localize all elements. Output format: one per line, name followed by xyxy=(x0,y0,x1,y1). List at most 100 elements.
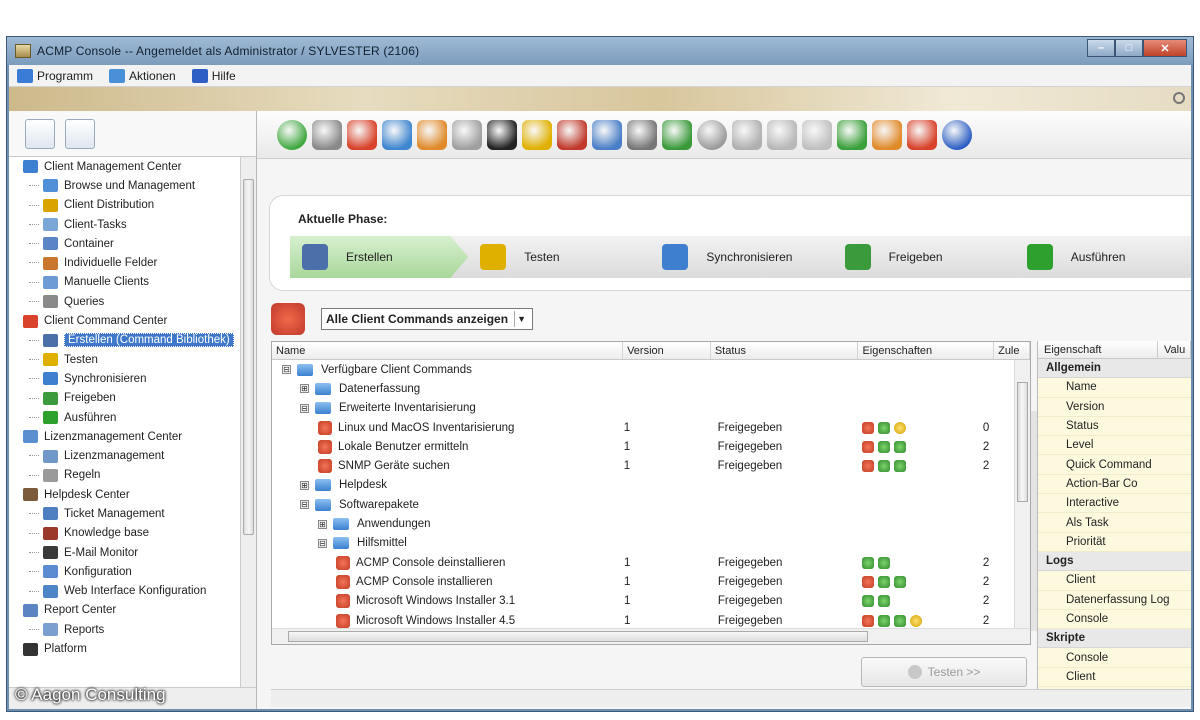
phase-synchronisieren[interactable]: Synchronisieren xyxy=(650,236,832,278)
tree-item[interactable]: Browse und Management xyxy=(9,176,241,195)
property-row[interactable]: Action-Bar Co xyxy=(1038,475,1191,495)
tree-item[interactable]: Knowledge base xyxy=(9,524,241,543)
table-row[interactable]: ⊞ Helpdesk xyxy=(272,476,1014,495)
tree-item[interactable]: Web Interface Konfiguration xyxy=(9,582,241,601)
property-row[interactable]: Datenerfassung Log xyxy=(1038,591,1191,610)
table-row[interactable]: SNMP Geräte suchen 1 Freigegeben 2 xyxy=(272,456,1014,475)
windows-icon[interactable] xyxy=(417,119,447,150)
comment-icon[interactable] xyxy=(627,119,657,150)
table-row[interactable]: Lokale Benutzer ermitteln 1 Freigegeben 2 xyxy=(272,437,1014,456)
puzzle-orange-icon[interactable] xyxy=(872,119,902,150)
expand-toggle-icon[interactable]: ⊞ xyxy=(300,480,309,490)
record-icon[interactable] xyxy=(697,119,727,150)
tree-view-alt-tab-icon[interactable] xyxy=(65,118,95,149)
property-row[interactable]: Priorität xyxy=(1038,533,1191,552)
phase-testen[interactable]: Testen xyxy=(468,236,650,278)
close-button[interactable]: ✕ xyxy=(1143,39,1187,57)
box-icon[interactable] xyxy=(662,119,692,150)
tree-item[interactable]: Testen xyxy=(9,350,241,369)
puzzle-edit-gray-icon[interactable] xyxy=(767,119,797,150)
settings-icon[interactable] xyxy=(1173,92,1185,104)
tree-item[interactable]: Queries xyxy=(9,292,241,311)
table-vertical-scrollbar[interactable] xyxy=(1014,360,1030,628)
table-row[interactable]: ⊟ Hilfsmittel xyxy=(272,534,1014,553)
tree-item[interactable]: Freigeben xyxy=(9,389,241,408)
puzzle-red-icon[interactable] xyxy=(907,119,937,150)
tree-item[interactable]: Client Distribution xyxy=(9,196,241,215)
property-row[interactable]: Status xyxy=(1038,417,1191,437)
tree-item[interactable]: Client-Tasks xyxy=(9,215,241,234)
property-row[interactable]: Client xyxy=(1038,668,1191,688)
table-row[interactable]: ACMP Console installieren 1 Freigegeben 2 xyxy=(272,572,1014,591)
tree-item[interactable]: Erstellen (Command Bibliothek) xyxy=(9,331,241,350)
menu-item-hilfe[interactable]: Hilfe xyxy=(191,68,236,83)
test-next-button[interactable]: Testen >> xyxy=(861,657,1027,687)
tree-item[interactable]: Konfiguration xyxy=(9,562,241,581)
tree-view-tab-icon[interactable] xyxy=(25,118,55,149)
phase-ausführen[interactable]: Ausführen xyxy=(1015,236,1191,278)
tree-item[interactable]: Individuelle Felder xyxy=(9,253,241,272)
table-row[interactable]: ⊟ Softwarepakete xyxy=(272,495,1014,514)
tree-item[interactable]: Manuelle Clients xyxy=(9,273,241,292)
table-horizontal-scrollbar[interactable] xyxy=(272,628,1030,644)
tree-item[interactable]: Synchronisieren xyxy=(9,369,241,388)
puzzle-settings-gray-icon[interactable] xyxy=(802,119,832,150)
property-row[interactable]: Interactive xyxy=(1038,494,1191,514)
chevron-down-icon[interactable]: ▼ xyxy=(514,311,528,327)
property-row[interactable]: Console xyxy=(1038,648,1191,668)
expand-toggle-icon[interactable]: ⊟ xyxy=(300,500,309,510)
column-header-name[interactable]: Name xyxy=(272,342,624,359)
minimize-button[interactable]: – xyxy=(1087,39,1115,57)
menu-item-aktionen[interactable]: Aktionen xyxy=(109,68,176,83)
delete-icon[interactable] xyxy=(312,119,342,150)
expand-toggle-icon[interactable]: ⊟ xyxy=(300,403,309,413)
table-row[interactable]: ⊟ Erweiterte Inventarisierung xyxy=(272,399,1014,418)
menu-item-programm[interactable]: Programm xyxy=(17,68,93,83)
tree-item[interactable]: Lizenzmanagement Center xyxy=(9,427,241,446)
apple-icon[interactable] xyxy=(452,119,482,150)
table-row[interactable]: ⊞ Anwendungen xyxy=(272,514,1014,533)
filter-dropdown[interactable]: Alle Client Commands anzeigen ▼ xyxy=(321,308,534,330)
column-header-status[interactable]: Status xyxy=(711,342,859,359)
help-icon[interactable] xyxy=(942,119,972,150)
column-header-version[interactable]: Version xyxy=(623,342,711,359)
table-row[interactable]: ⊞ Datenerfassung xyxy=(272,379,1014,398)
maximize-button[interactable]: □ xyxy=(1115,39,1143,57)
tree-item[interactable]: Ausführen xyxy=(9,408,241,427)
puzzle-green-icon[interactable] xyxy=(837,119,867,150)
tree-item[interactable]: Platform xyxy=(9,639,241,658)
tree-item[interactable]: Reports xyxy=(9,620,241,639)
phase-freigeben[interactable]: Freigeben xyxy=(833,236,1015,278)
tree-item[interactable]: Client Management Center xyxy=(9,157,241,176)
phase-erstellen[interactable]: Erstellen xyxy=(290,236,469,278)
property-row[interactable]: Client xyxy=(1038,571,1191,591)
property-row[interactable]: Console xyxy=(1038,610,1191,630)
table-row[interactable]: Microsoft Windows Installer 3.1 1 Freigege… xyxy=(272,592,1014,611)
package-icon[interactable] xyxy=(522,119,552,150)
property-row[interactable]: Name xyxy=(1038,378,1191,398)
property-category[interactable]: Skripte xyxy=(1038,629,1191,649)
open-folder-icon[interactable] xyxy=(382,119,412,150)
list-icon[interactable] xyxy=(592,119,622,150)
table-row[interactable]: Microsoft Windows Installer 4.5 1 Freigege… xyxy=(272,611,1014,628)
column-header-value[interactable]: Valu xyxy=(1158,341,1191,358)
tree-item[interactable]: Lizenzmanagement xyxy=(9,446,241,465)
table-row[interactable]: Linux und MacOS Inventarisierung 1 Freigeg… xyxy=(272,418,1014,437)
property-row[interactable]: Level xyxy=(1038,436,1191,456)
table-row[interactable]: ⊟ Verfügbare Client Commands xyxy=(272,360,1014,379)
main-horizontal-scrollbar[interactable] xyxy=(271,689,1191,707)
tree-item[interactable]: E-Mail Monitor xyxy=(9,543,241,562)
new-command-icon[interactable] xyxy=(347,119,377,150)
refresh-icon[interactable] xyxy=(277,119,307,150)
wizard-icon[interactable] xyxy=(557,119,587,150)
tree-item[interactable]: Regeln xyxy=(9,466,241,485)
title-bar[interactable]: ACMP Console -- Angemeldet als Administr… xyxy=(7,37,1193,65)
tree-vertical-scrollbar[interactable] xyxy=(240,157,256,687)
puzzle-gray-icon[interactable] xyxy=(732,119,762,150)
expand-toggle-icon[interactable]: ⊞ xyxy=(318,519,327,529)
tree-item[interactable]: Ticket Management xyxy=(9,504,241,523)
property-row[interactable]: Version xyxy=(1038,398,1191,417)
tree-item[interactable]: Report Center xyxy=(9,601,241,620)
column-header-property[interactable]: Eigenschaft xyxy=(1038,341,1158,358)
expand-toggle-icon[interactable]: ⊟ xyxy=(282,365,291,375)
